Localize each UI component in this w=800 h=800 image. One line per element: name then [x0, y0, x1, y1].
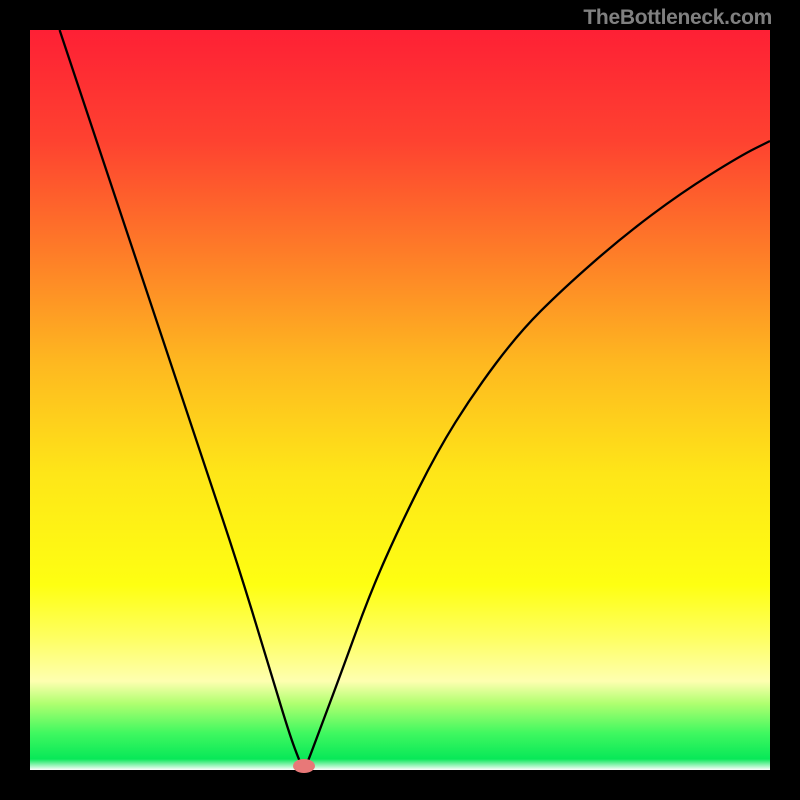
watermark-text: TheBottleneck.com — [583, 6, 772, 30]
bottleneck-curve — [30, 30, 770, 770]
chart-container: TheBottleneck.com — [0, 0, 800, 800]
plot-area — [30, 30, 770, 770]
minimum-marker — [293, 759, 315, 773]
